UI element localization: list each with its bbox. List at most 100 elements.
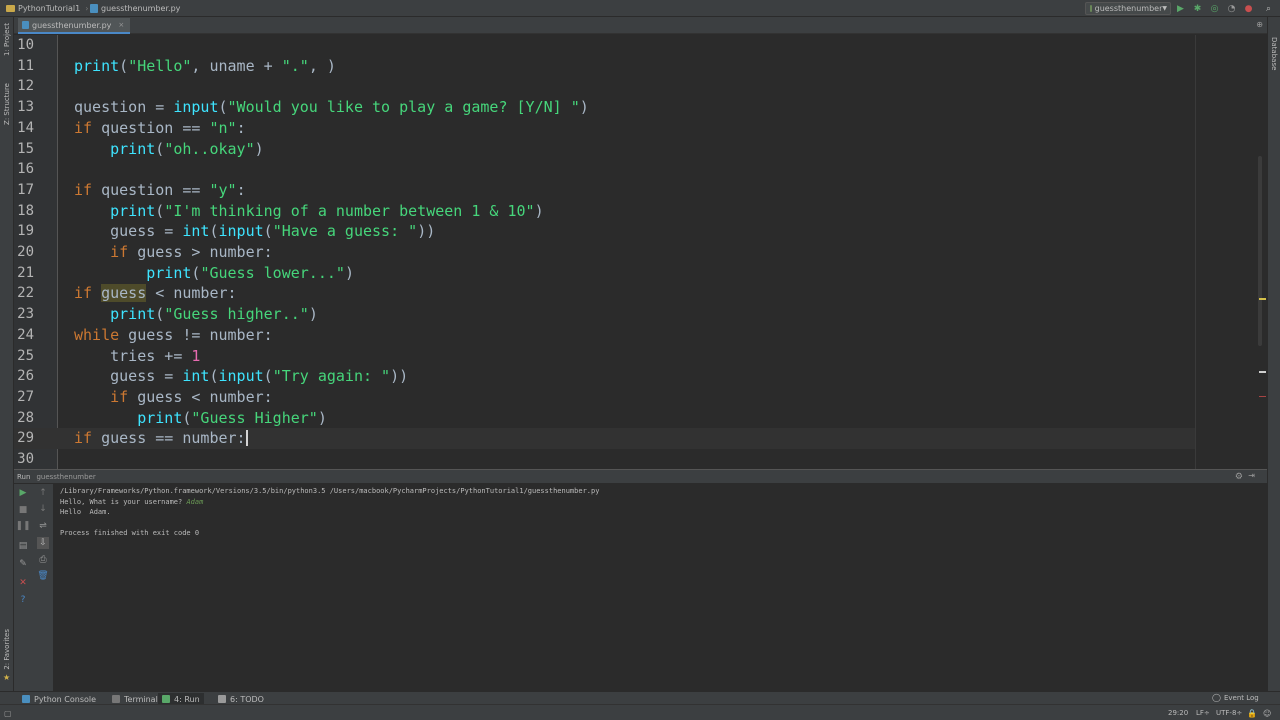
breadcrumb-project[interactable]: PythonTutorial1 › — [6, 2, 88, 15]
code-text: if guess == number: — [74, 428, 248, 449]
tool-windows-toggle-icon[interactable]: ▢ — [4, 709, 12, 718]
code-line[interactable]: 27 if guess < number: — [14, 387, 1195, 408]
code-line[interactable]: 21 print("Guess lower...") — [14, 263, 1195, 284]
tool-tab-icon — [112, 695, 120, 703]
structure-tool-tab[interactable]: Z: Structure — [3, 83, 11, 125]
print-icon[interactable]: ⎙ — [37, 554, 49, 566]
profile-button[interactable]: ◔ — [1226, 3, 1237, 14]
code-line[interactable]: 26 guess = int(input("Try again: ")) — [14, 366, 1195, 387]
help-icon[interactable]: ? — [17, 594, 29, 606]
rerun-icon[interactable]: ▶ — [17, 487, 29, 499]
hide-panel-icon[interactable]: ⇥ — [1248, 471, 1255, 480]
warning-marker[interactable] — [1259, 298, 1266, 300]
line-separator[interactable]: LF÷ — [1196, 709, 1210, 717]
line-number: 22 — [17, 285, 34, 302]
code-text: tries += 1 — [74, 346, 200, 367]
code-line[interactable]: 10 — [14, 35, 1195, 56]
code-line[interactable]: 25 tries += 1 — [14, 346, 1195, 367]
close-icon[interactable]: ✕ — [17, 577, 29, 589]
file-encoding[interactable]: UTF-8÷ — [1216, 709, 1242, 717]
caret-position[interactable]: 29:20 — [1168, 709, 1188, 717]
pin-tab-icon[interactable]: ✎ — [17, 558, 29, 570]
coverage-button[interactable]: ◎ — [1209, 3, 1220, 14]
code-line[interactable]: 19 guess = int(input("Have a guess: ")) — [14, 221, 1195, 242]
code-token: print — [146, 263, 192, 282]
debug-button[interactable]: ✱ — [1192, 3, 1203, 14]
pause-icon[interactable]: ❚❚ — [15, 520, 30, 532]
code-token: ( — [209, 222, 219, 241]
code-token: print — [137, 408, 183, 427]
inspector-icon[interactable]: ☺ — [1263, 709, 1271, 718]
code-token: guess — [101, 284, 147, 303]
code-token: ( — [263, 222, 273, 241]
code-line[interactable]: 28 print("Guess Higher") — [14, 408, 1195, 429]
up-arrow-icon[interactable]: ↑ — [37, 487, 49, 499]
code-token: ( — [209, 367, 219, 386]
code-line[interactable]: 13 question = input("Would you like to pl… — [14, 97, 1195, 118]
code-line[interactable]: 22 if guess < number: — [14, 283, 1195, 304]
tool-tab-icon — [162, 695, 170, 703]
code-text: if question == "y": — [74, 180, 246, 201]
line-number: 17 — [17, 181, 34, 198]
code-line[interactable]: 23 print("Guess higher..") — [14, 304, 1195, 325]
soft-wrap-icon[interactable]: ⇌ — [37, 520, 49, 532]
code-text: print("Hello", uname + ".", ) — [74, 56, 336, 77]
favorites-tool-tab[interactable]: 2: Favorites — [3, 629, 11, 670]
code-text: print("Guess lower...") — [74, 263, 354, 284]
code-line[interactable]: 17 if question == "y": — [14, 180, 1195, 201]
code-line[interactable]: 14 if question == "n": — [14, 118, 1195, 139]
line-number: 30 — [17, 451, 34, 467]
code-line[interactable]: 18 print("I'm thinking of a number betwe… — [14, 201, 1195, 222]
code-editor[interactable]: 10 11 print("Hello", uname + ".", ) 12 13 que… — [14, 35, 1267, 469]
tab-settings-icon[interactable]: ⊕ — [1256, 20, 1263, 29]
code-line[interactable]: 15 print("oh..okay") — [14, 139, 1195, 160]
lock-icon[interactable]: 🔒 — [1247, 709, 1257, 718]
breadcrumb-file[interactable]: guessthenumber.py — [90, 2, 180, 15]
code-line[interactable]: 12 — [14, 76, 1195, 97]
project-tool-tab[interactable]: 1: Project — [3, 23, 11, 56]
code-token: : — [236, 180, 246, 199]
navigation-bar: PythonTutorial1 › guessthenumber.py gues… — [0, 0, 1280, 17]
event-log-icon: ◯ — [1212, 693, 1221, 702]
run-panel-title: Run — [17, 472, 31, 481]
code-token: guess < number: — [128, 387, 273, 406]
code-line[interactable]: 30 — [14, 449, 1195, 469]
scroll-to-end-icon[interactable]: ⇩ — [37, 537, 49, 549]
vertical-scrollbar[interactable] — [1258, 156, 1262, 346]
clear-all-icon[interactable]: 🗑 — [37, 570, 49, 582]
run-console-output[interactable]: /Library/Frameworks/Python.framework/Ver… — [55, 484, 1267, 691]
editor-tab-guessthenumber[interactable]: guessthenumber.py × — [18, 18, 131, 34]
project-name: PythonTutorial1 — [18, 4, 81, 13]
folder-icon — [6, 5, 15, 12]
code-token: tries += — [74, 346, 192, 365]
gear-icon[interactable]: ⚙ — [1235, 472, 1243, 482]
console-line: /Library/Frameworks/Python.framework/Ver… — [60, 486, 1267, 497]
code-text: print("I'm thinking of a number between … — [74, 201, 543, 222]
stop-button[interactable]: ● — [1243, 3, 1254, 14]
search-everywhere-button[interactable]: ⌕ — [1263, 3, 1274, 14]
editor-tab-label: guessthenumber.py — [32, 20, 112, 30]
line-number: 13 — [17, 99, 34, 116]
run-config-name[interactable]: guessthenumber — [36, 473, 95, 481]
run-configuration-selector[interactable]: guessthenumber ▼ — [1085, 2, 1171, 15]
code-text: print("Guess Higher") — [74, 408, 327, 429]
run-button[interactable]: ▶ — [1175, 3, 1186, 14]
code-line[interactable]: 20 if guess > number: — [14, 242, 1195, 263]
code-line[interactable]: 16 — [14, 159, 1195, 180]
event-log-button[interactable]: ◯ Event Log — [1212, 693, 1259, 702]
code-line[interactable]: 11 print("Hello", uname + ".", ) — [14, 56, 1195, 77]
code-token: guess = — [74, 222, 183, 241]
close-icon[interactable]: × — [118, 21, 124, 29]
database-tool-tab[interactable]: Database — [1270, 37, 1278, 70]
down-arrow-icon[interactable]: ↓ — [37, 503, 49, 515]
code-line[interactable]: 29 if guess == number: — [14, 428, 1195, 450]
code-token: "Guess lower..." — [200, 263, 345, 282]
restore-layout-icon[interactable]: ▤ — [17, 540, 29, 552]
code-line[interactable]: 24 while guess != number: — [14, 325, 1195, 346]
code-token: "Try again: " — [272, 367, 391, 386]
error-marker[interactable] — [1259, 396, 1266, 397]
stop-icon[interactable]: ■ — [17, 504, 29, 516]
